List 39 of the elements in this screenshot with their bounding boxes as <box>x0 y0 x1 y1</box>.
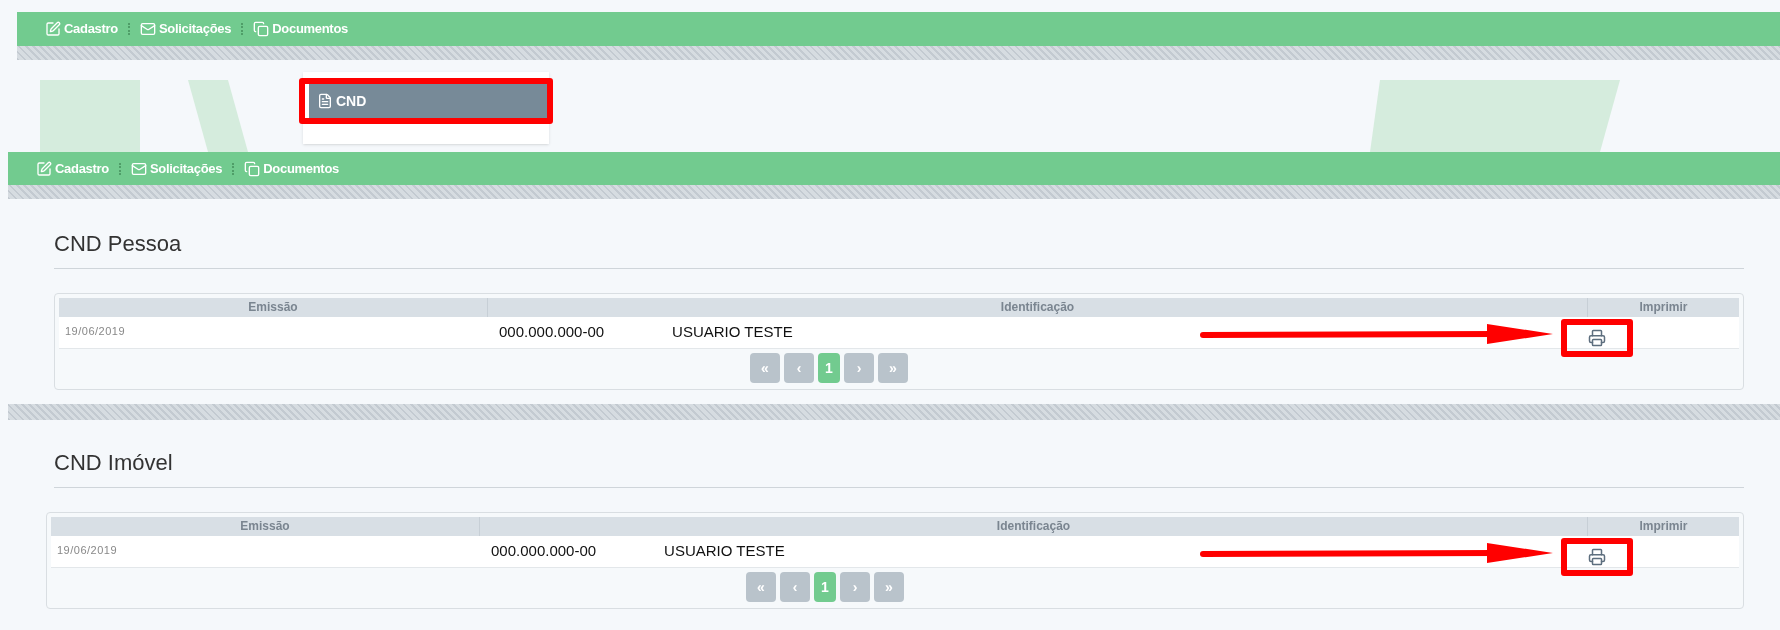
table-cell-text: 000.000.000-00 <box>491 541 597 562</box>
column-header: Imprimir <box>1587 298 1739 317</box>
section-title: CND Imóvel <box>54 446 1744 488</box>
pagination-button[interactable]: ‹ <box>784 353 814 383</box>
pagination-button[interactable]: ‹ <box>780 572 810 602</box>
pagination-button[interactable]: › <box>840 572 870 602</box>
edit-icon <box>36 160 52 177</box>
menu-item[interactable]: Cadastro <box>45 19 118 39</box>
menu-item[interactable]: Cadastro <box>36 158 109 179</box>
pagination-button[interactable]: › <box>844 353 874 383</box>
column-header: Identificação <box>479 517 1587 536</box>
section-title: CND Pessoa <box>54 227 1744 269</box>
table-cell: 19/06/2019 <box>59 317 487 349</box>
column-header: Imprimir <box>1587 517 1739 536</box>
mail-icon <box>139 21 156 37</box>
pagination-button[interactable]: » <box>874 572 904 602</box>
menu-item[interactable]: Documentos <box>244 158 339 179</box>
pagination-button[interactable]: « <box>746 572 776 602</box>
document-icon <box>317 93 333 109</box>
copy-icon <box>253 21 270 37</box>
menu-item[interactable]: Documentos <box>253 19 348 39</box>
pagination-button[interactable]: « <box>750 353 780 383</box>
column-header: Identificação <box>487 298 1587 317</box>
mail-icon <box>130 160 147 177</box>
column-header: Emissão <box>51 517 479 536</box>
table-cell: 19/06/2019 <box>51 536 479 568</box>
print-icon[interactable] <box>1588 329 1606 347</box>
edit-icon <box>45 21 61 37</box>
print-icon[interactable] <box>1588 548 1606 566</box>
copy-icon <box>244 160 261 177</box>
pagination-button[interactable]: 1 <box>814 572 836 602</box>
pagination-button[interactable]: 1 <box>818 353 840 383</box>
table-cell-text: 000.000.000-00 <box>499 322 605 343</box>
pagination-button[interactable]: » <box>878 353 908 383</box>
table-cell-text: USUARIO TESTE <box>664 541 785 562</box>
table-cell-text: USUARIO TESTE <box>672 322 793 343</box>
menu-item[interactable]: Solicitações <box>130 158 223 179</box>
column-header: Emissão <box>59 298 487 317</box>
menu-item[interactable]: Solicitações <box>139 19 232 39</box>
